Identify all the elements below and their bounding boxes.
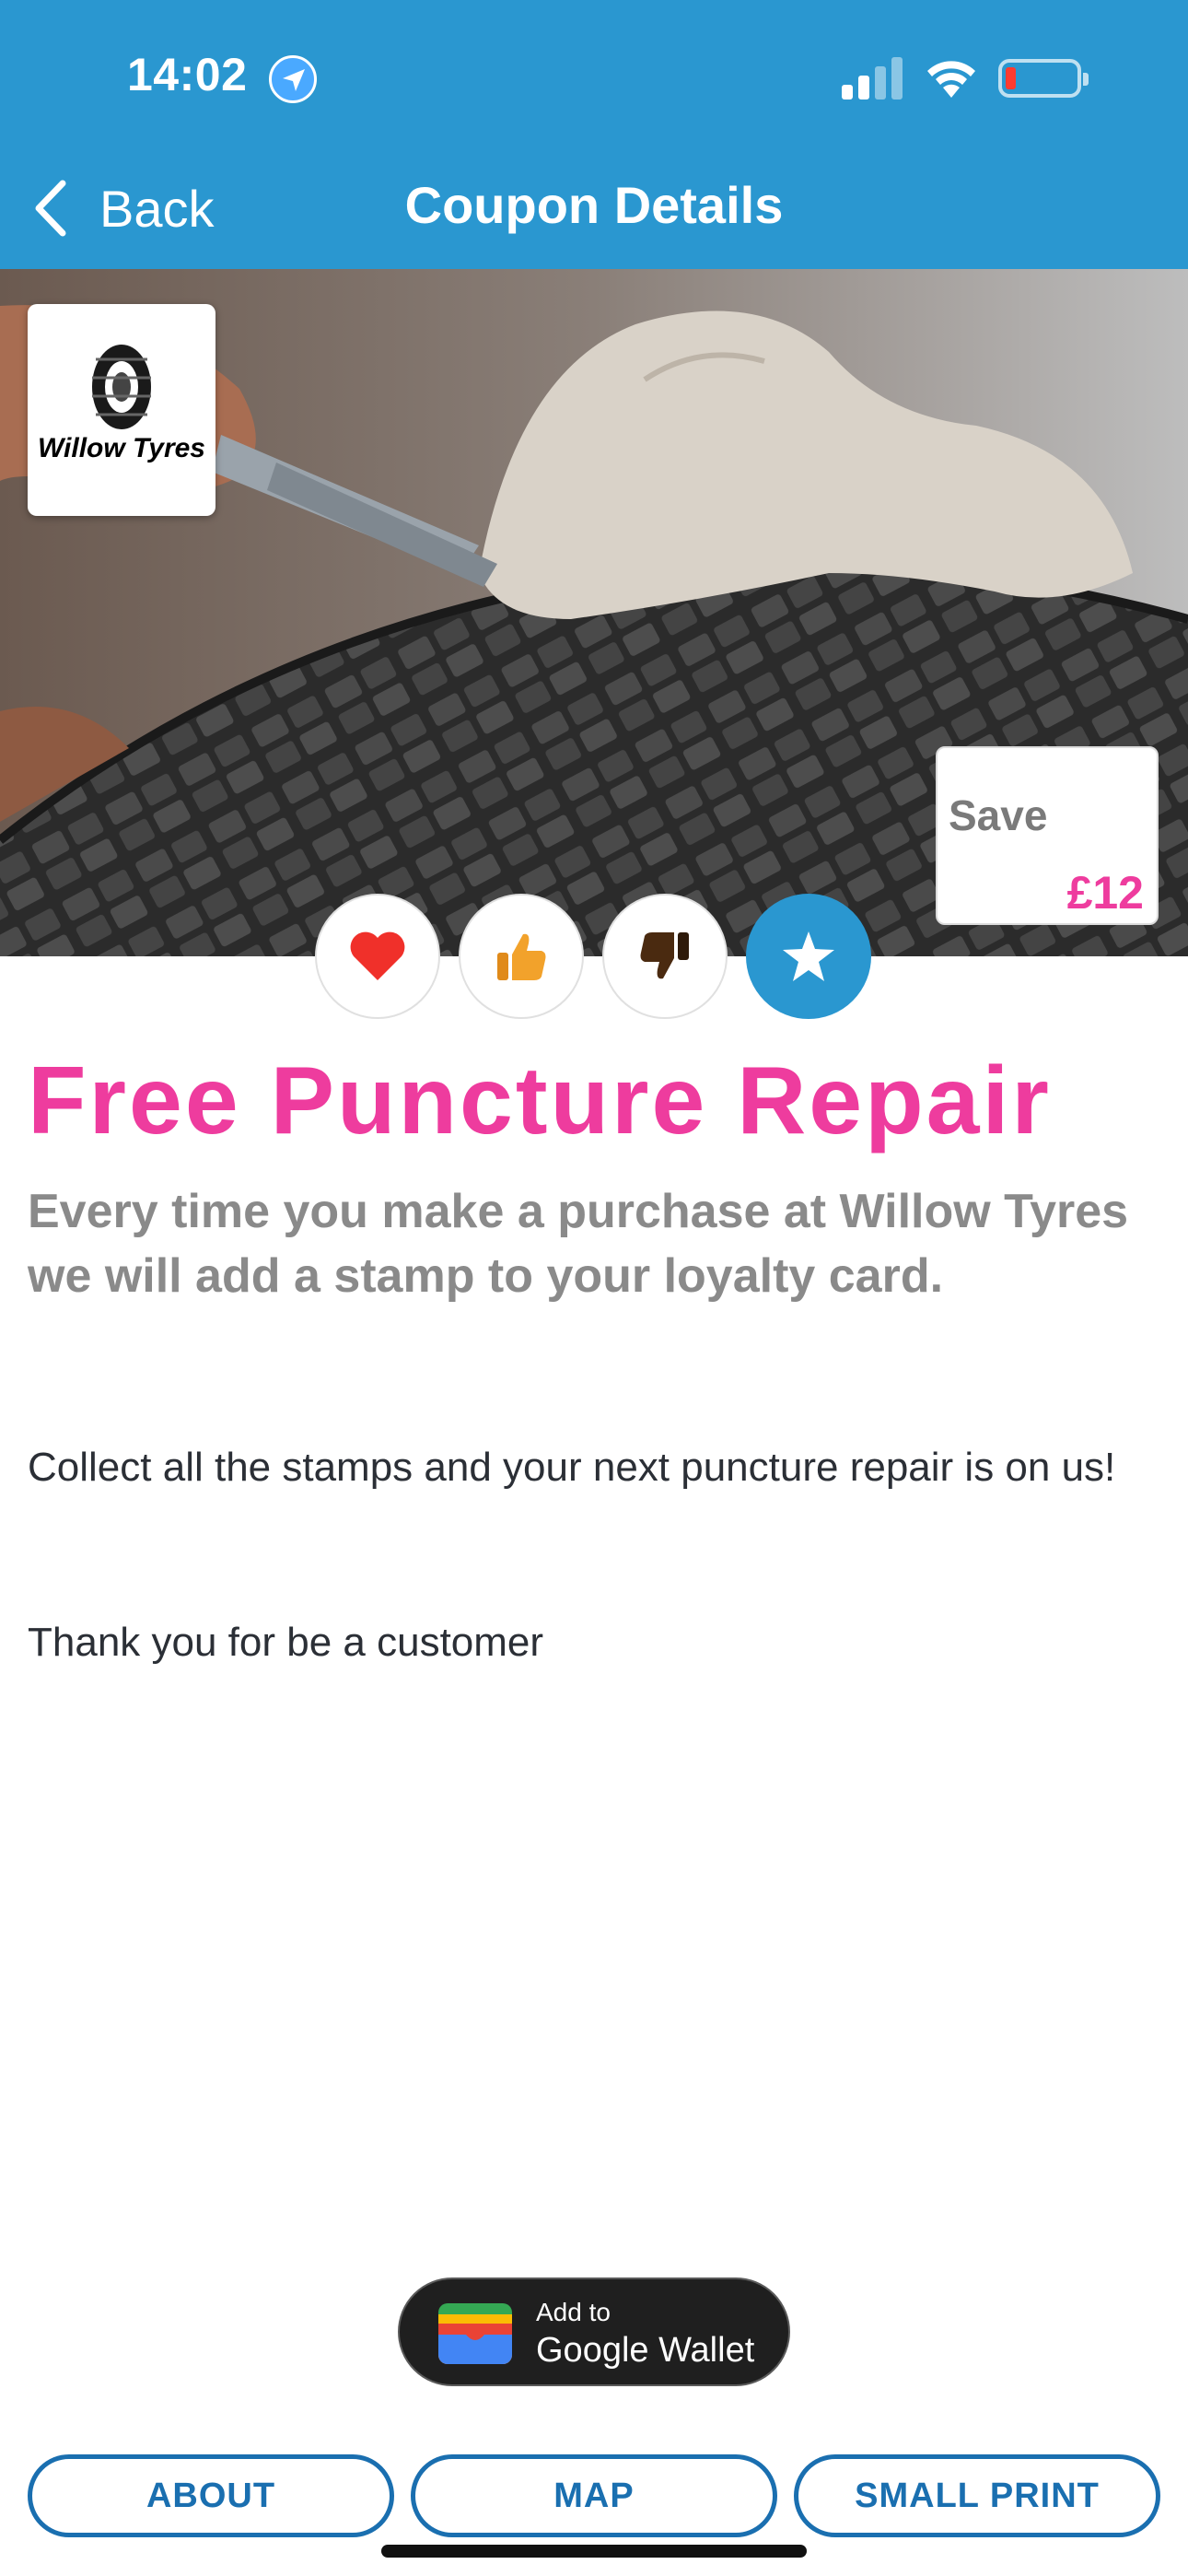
save-badge: Save £12 (936, 746, 1159, 925)
home-indicator (381, 2545, 807, 2558)
thumbs-down-button[interactable] (602, 894, 728, 1019)
page-title: Coupon Details (404, 176, 784, 234)
coupon-thanks-paragraph: Thank you for be a customer (28, 1620, 544, 1665)
add-to-google-wallet-button[interactable]: Add to Google Wallet (398, 2277, 790, 2386)
thumbs-up-button[interactable] (459, 894, 584, 1019)
status-time: 14:02 (127, 49, 248, 100)
header: 14:02 Back Coupon Details (0, 0, 1188, 269)
save-label: Save (949, 791, 1048, 839)
google-wallet-icon (438, 2303, 512, 2364)
about-button[interactable]: ABOUT (28, 2454, 394, 2537)
heart-icon (350, 931, 405, 980)
reaction-bar (315, 894, 873, 1021)
star-icon (783, 931, 834, 981)
brand-logo-text: Willow Tyres (38, 433, 205, 463)
thumbs-down-icon (640, 932, 689, 979)
like-heart-button[interactable] (315, 894, 440, 1019)
coupon-title: Free Puncture Repair (28, 1048, 1052, 1154)
thumbs-up-icon (497, 933, 546, 980)
small-print-button[interactable]: SMALL PRINT (794, 2454, 1160, 2537)
cellular-signal-icon (842, 57, 903, 100)
coupon-subtitle: Every time you make a purchase at Willow… (28, 1185, 1129, 1303)
tyre-logo-icon (92, 345, 151, 429)
favorite-star-button[interactable] (746, 894, 871, 1019)
wallet-line-1: Add to (536, 2298, 611, 2326)
map-button[interactable]: MAP (411, 2454, 777, 2537)
location-arrow-icon (269, 55, 317, 103)
brand-logo: Willow Tyres (28, 304, 215, 516)
wifi-icon (927, 61, 975, 98)
wallet-line-2: Google Wallet (536, 2331, 755, 2370)
bottom-tab-bar: ABOUT MAP SMALL PRINT (28, 2454, 1160, 2539)
coupon-description-paragraph: Collect all the stamps and your next pun… (28, 1445, 1116, 1490)
save-amount: £12 (1066, 867, 1144, 919)
battery-icon (998, 59, 1089, 98)
